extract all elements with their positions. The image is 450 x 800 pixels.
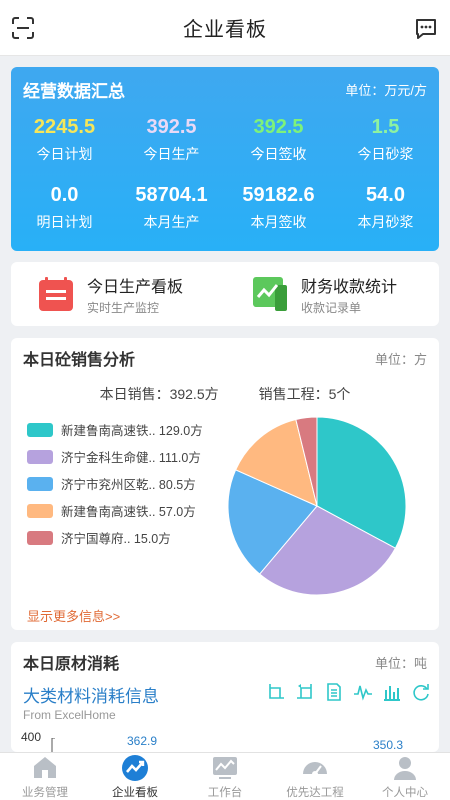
metric-label: 本月砂浆 xyxy=(357,214,414,230)
board-subtitle: 收款记录单 xyxy=(301,300,362,315)
chart-title: 大类材料消耗信息 xyxy=(23,687,159,706)
project-count-text: 销售工程：5个 xyxy=(258,386,351,402)
pie-legend: 新建鲁南高速铁.. 129.0方 济宁金科生命健.. 111.0方 济宁市兖州区乾.… xyxy=(27,416,203,551)
legend-label: 新建鲁南高速铁.. 129.0方 xyxy=(61,424,203,438)
line-chart-icon[interactable] xyxy=(353,682,373,702)
material-consumption-card: 本日原材消耗 单位：吨 大类材料消耗信息 From ExcelHome 400 … xyxy=(11,642,439,752)
zoom-reset-icon[interactable] xyxy=(295,682,315,702)
tab-trend[interactable]: 企业看板 xyxy=(90,753,180,800)
page-title: 企业看板 xyxy=(183,19,267,41)
data-view-icon[interactable] xyxy=(324,682,344,702)
restore-icon[interactable] xyxy=(411,682,431,702)
section-unit: 单位：吨 xyxy=(374,655,427,671)
calendar-icon xyxy=(39,277,73,311)
metric-value: 59182.6 xyxy=(242,184,315,206)
metric-label: 本月生产 xyxy=(143,214,200,230)
board-title: 今日生产看板 xyxy=(87,278,184,296)
metric-value: 2245.5 xyxy=(33,116,96,138)
bottom-tab-bar: 业务管理 企业看板 工作台 优先达工程 个人中心 xyxy=(0,752,450,800)
tab-gauge[interactable]: 优先达工程 xyxy=(270,753,360,800)
legend-swatch xyxy=(27,503,53,518)
finance-board-button[interactable]: 财务收款统计 收款记录单 xyxy=(225,262,439,326)
summary-metric: 2245.5 今日计划 xyxy=(11,114,118,182)
legend-label: 济宁金科生命健.. 111.0方 xyxy=(61,451,201,465)
summary-metric: 59182.6 本月签收 xyxy=(225,182,332,250)
top-bar: 企业看板 xyxy=(0,0,450,56)
metric-label: 今日计划 xyxy=(36,146,93,162)
summary-metric: 392.5 今日生产 xyxy=(118,114,225,182)
home-icon xyxy=(34,756,56,778)
summary-title: 经营数据汇总 xyxy=(23,82,125,101)
tab-home[interactable]: 业务管理 xyxy=(0,753,90,800)
gauge-icon xyxy=(303,761,327,777)
tab-person[interactable]: 个人中心 xyxy=(360,753,450,800)
y-axis-line xyxy=(51,738,55,752)
metric-label: 明日计划 xyxy=(36,214,93,230)
metric-value: 1.5 xyxy=(371,116,400,138)
trend-icon xyxy=(122,754,148,781)
scan-icon[interactable] xyxy=(12,17,34,39)
tab-label: 优先达工程 xyxy=(286,786,344,799)
metric-value: 392.5 xyxy=(146,116,197,138)
board-title: 财务收款统计 xyxy=(301,278,398,296)
total-sales-text: 本日销售：392.5方 xyxy=(99,386,219,402)
sales-pie-chart xyxy=(227,416,407,596)
legend-label: 新建鲁南高速铁.. 57.0方 xyxy=(61,505,196,519)
tab-workbench[interactable]: 工作台 xyxy=(180,753,270,800)
tab-label: 工作台 xyxy=(207,786,243,799)
workbench-icon xyxy=(213,756,237,779)
section-unit: 单位：方 xyxy=(374,351,427,367)
legend-swatch xyxy=(27,530,53,545)
summary-metric: 58704.1 本月生产 xyxy=(118,182,225,250)
bar-chart-icon[interactable] xyxy=(382,682,402,702)
summary-metric: 1.5 今日砂浆 xyxy=(332,114,439,182)
board-subtitle: 实时生产监控 xyxy=(87,300,160,315)
metric-label: 今日生产 xyxy=(143,146,200,162)
sales-analysis-card: 本日砼销售分析 单位：方 本日销售：392.5方 销售工程：5个 新建鲁南高速铁… xyxy=(11,338,439,630)
legend-item[interactable]: 济宁国尊府.. 15.0方 xyxy=(27,524,203,551)
chart-subtitle: From ExcelHome xyxy=(23,708,116,722)
section-title: 本日原材消耗 xyxy=(23,656,120,673)
business-summary-card: 经营数据汇总 单位：万元/方 2245.5 今日计划 392.5 今日生产 392.5 今… xyxy=(11,67,439,251)
legend-swatch xyxy=(27,476,53,491)
legend-swatch xyxy=(27,422,53,437)
person-icon xyxy=(394,756,416,780)
legend-item[interactable]: 济宁金科生命健.. 111.0方 xyxy=(27,443,203,470)
metric-label: 今日签收 xyxy=(250,146,307,162)
chart-toolbox xyxy=(257,682,431,702)
metric-value: 392.5 xyxy=(253,116,304,138)
section-title: 本日砼销售分析 xyxy=(23,352,136,369)
legend-swatch xyxy=(27,449,53,464)
show-more-link[interactable]: 显示更多信息>> xyxy=(27,606,120,625)
summary-metric: 392.5 今日签收 xyxy=(225,114,332,182)
legend-item[interactable]: 新建鲁南高速铁.. 129.0方 xyxy=(27,416,203,443)
bar-data-label: 362.9 xyxy=(127,734,158,748)
y-axis-max-label: 400 xyxy=(21,730,42,744)
production-board-button[interactable]: 今日生产看板 实时生产监控 xyxy=(11,262,225,326)
legend-label: 济宁市兖州区乾.. 80.5方 xyxy=(61,478,196,492)
legend-item[interactable]: 新建鲁南高速铁.. 57.0方 xyxy=(27,497,203,524)
summary-metric: 54.0 本月砂浆 xyxy=(332,182,439,250)
bar-data-label: 350.3 xyxy=(373,738,404,752)
legend-label: 济宁国尊府.. 15.0方 xyxy=(61,532,171,546)
zoom-icon[interactable] xyxy=(266,682,286,702)
board-shortcuts: 今日生产看板 实时生产监控 财务收款统计 收款记录单 xyxy=(11,262,439,326)
metric-label: 本月签收 xyxy=(250,214,307,230)
metric-value: 58704.1 xyxy=(135,184,208,206)
summary-unit: 单位：万元/方 xyxy=(345,83,427,98)
tab-label: 业务管理 xyxy=(22,786,68,799)
metric-label: 今日砂浆 xyxy=(357,146,414,162)
summary-metric: 0.0 明日计划 xyxy=(11,182,118,250)
tab-label: 个人中心 xyxy=(382,786,428,799)
tab-label: 企业看板 xyxy=(112,786,158,799)
finance-chart-icon xyxy=(253,277,287,311)
message-icon[interactable] xyxy=(414,17,438,41)
metric-value: 0.0 xyxy=(50,184,79,206)
legend-item[interactable]: 济宁市兖州区乾.. 80.5方 xyxy=(27,470,203,497)
metric-value: 54.0 xyxy=(366,184,405,206)
